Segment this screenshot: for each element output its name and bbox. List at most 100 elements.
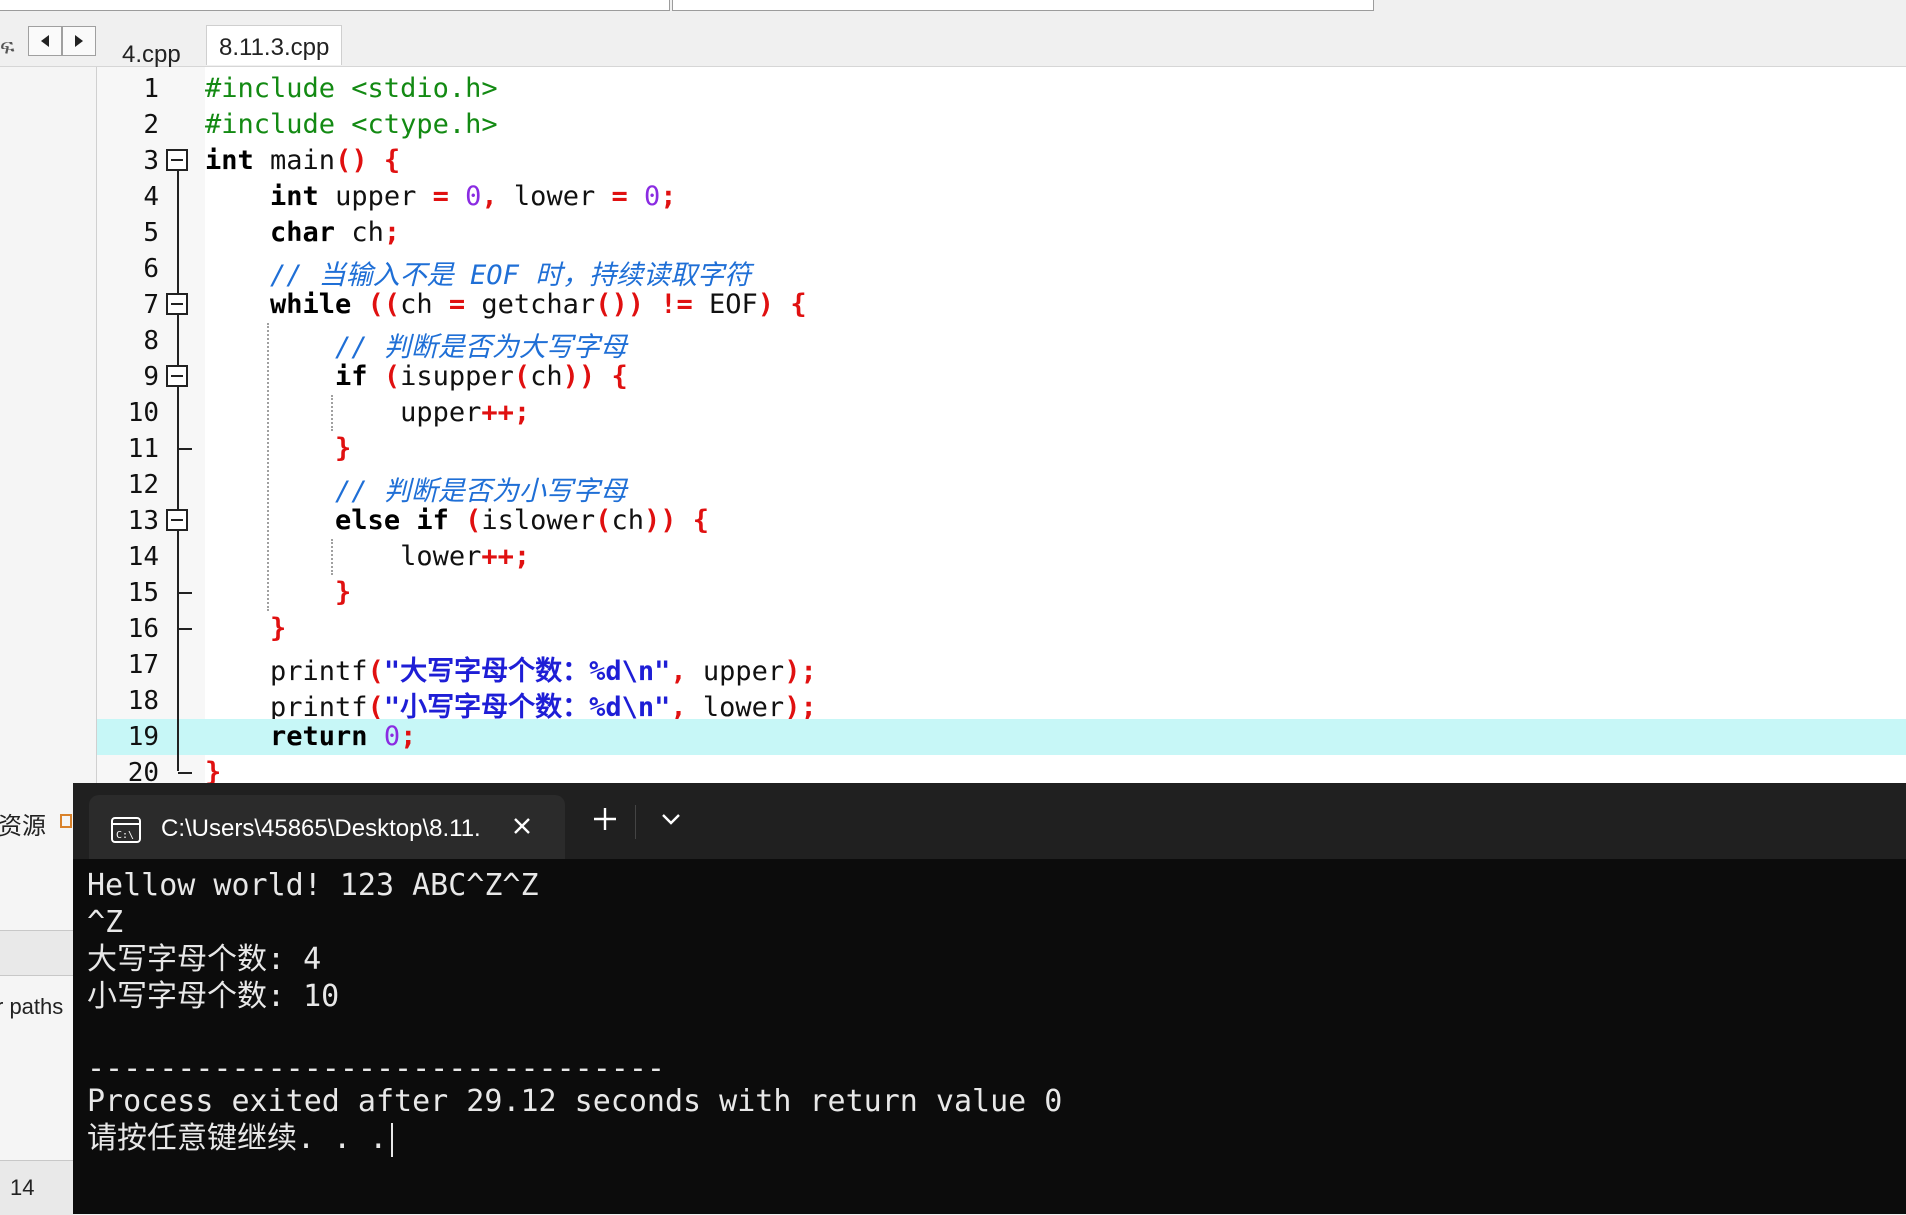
indent-guide [331, 395, 333, 431]
terminal-window[interactable]: C:\ C:\Users\45865\Desktop\8.11.3 Hellow… [73, 783, 1906, 1214]
code-line[interactable]: 3 int main() { [97, 143, 1906, 179]
status-bar: 14 [0, 1160, 73, 1215]
line-number: 8 [143, 326, 159, 356]
terminal-prompt-text: 请按任意键继续. . . [87, 1121, 388, 1156]
close-icon[interactable] [505, 809, 539, 843]
code-line[interactable]: 13 else if (islower(ch)) { [97, 503, 1906, 539]
titlebar-separator [635, 805, 636, 839]
panel-divider [0, 930, 73, 976]
terminal-line: 小写字母个数: 10 [87, 979, 340, 1014]
toolbar-field-left[interactable] [0, 0, 670, 11]
code-line[interactable]: 7 while ((ch = getchar()) != EOF) { [97, 287, 1906, 323]
indent-guide [267, 323, 269, 611]
code-line[interactable]: 18 printf("小写字母个数：%d\n", lower); [97, 683, 1906, 723]
line-number: 19 [127, 722, 159, 752]
code-text: int upper = 0, lower = 0; [270, 181, 677, 212]
code-line[interactable]: 11 } [97, 431, 1906, 467]
line-number: 4 [143, 182, 159, 212]
code-line[interactable]: 6 // 当输入不是 EOF 时，持续读取字符 [97, 251, 1906, 291]
fold-collapse-icon[interactable] [166, 149, 188, 171]
code-line-current[interactable]: 19 return 0; [97, 719, 1906, 755]
terminal-line: 大写字母个数: 4 [87, 942, 322, 977]
code-line[interactable]: 14 lower++; [97, 539, 1906, 575]
line-number: 14 [127, 542, 159, 572]
line-number: 11 [127, 434, 159, 464]
line-number: 6 [143, 254, 159, 284]
toolbar-field-right[interactable] [672, 0, 1374, 11]
code-text: upper++; [205, 397, 531, 428]
code-line[interactable]: 4 int upper = 0, lower = 0; [97, 179, 1906, 215]
terminal-line: -------------------------------- [87, 1051, 665, 1086]
line-number: 16 [127, 614, 159, 644]
line-number: 13 [127, 506, 159, 536]
file-tab-8-11-3-cpp[interactable]: 8.11.3.cpp [206, 25, 343, 65]
code-text: #include <stdio.h> [205, 73, 498, 104]
code-text: } [270, 613, 287, 644]
code-text: } [335, 577, 352, 608]
tab-scroll-left-button[interactable] [28, 26, 62, 56]
code-line[interactable]: 17 printf("大写字母个数：%d\n", upper); [97, 647, 1906, 687]
code-line[interactable]: 12 // 判断是否为小写字母 [97, 467, 1906, 507]
code-text: return 0; [270, 721, 417, 752]
tab-scroll-right-button[interactable] [62, 26, 96, 56]
line-number: 7 [143, 290, 159, 320]
text-cursor [391, 1122, 394, 1157]
line-number: 10 [127, 398, 159, 428]
code-line[interactable]: 2 #include <ctype.h> [97, 107, 1906, 143]
line-number: 17 [127, 650, 159, 680]
chevron-down-icon[interactable] [661, 813, 681, 825]
terminal-titlebar: C:\ C:\Users\45865\Desktop\8.11.3 [73, 783, 1906, 859]
fold-end-marker [178, 448, 192, 450]
code-line[interactable]: 8 // 判断是否为大写字母 [97, 323, 1906, 363]
code-text: while ((ch = getchar()) != EOF) { [270, 289, 807, 320]
code-text: } [335, 433, 352, 464]
code-text: #include <ctype.h> [205, 109, 498, 140]
line-number: 18 [127, 686, 159, 716]
triangle-right-icon [75, 35, 83, 47]
line-number: 2 [143, 110, 159, 140]
line-number: 15 [127, 578, 159, 608]
resource-tab-icon [60, 814, 72, 828]
line-number: 12 [127, 470, 159, 500]
terminal-prompt-line: 请按任意键继续. . . [87, 1120, 1062, 1157]
code-line[interactable]: 10 upper++; [97, 395, 1906, 431]
line-number: 3 [143, 146, 159, 176]
svg-text:C:\: C:\ [116, 830, 134, 841]
toolbar-strip [0, 0, 1906, 20]
terminal-line: Hellow world! 123 ABC^Z^Z [87, 868, 539, 903]
editor-tab-bar: ፍ 4.cpp 8.11.3.cpp [0, 20, 1906, 68]
code-line[interactable]: 16 } [97, 611, 1906, 647]
code-line[interactable]: 1 #include <stdio.h> [97, 71, 1906, 107]
code-text: else if (islower(ch)) { [335, 505, 709, 536]
code-line[interactable]: 5 char ch; [97, 215, 1906, 251]
triangle-left-icon [41, 35, 49, 47]
line-indicator: 14 [10, 1175, 35, 1200]
line-number: 9 [143, 362, 159, 392]
fold-collapse-icon[interactable] [166, 509, 188, 531]
fold-end-marker [178, 628, 192, 630]
console-icon: C:\ [111, 817, 141, 843]
fold-collapse-icon[interactable] [166, 293, 188, 315]
line-number: 5 [143, 218, 159, 248]
line-number: 1 [143, 74, 159, 104]
terminal-line: Process exited after 29.12 seconds with … [87, 1084, 1063, 1119]
file-tab-4cpp[interactable]: 4.cpp [110, 25, 193, 68]
code-text: lower++; [205, 541, 531, 572]
fold-guide-line [177, 165, 179, 771]
indent-guide [331, 539, 333, 575]
terminal-tab-title: C:\Users\45865\Desktop\8.11.3 [161, 815, 481, 842]
code-line[interactable]: 15 } [97, 575, 1906, 611]
terminal-line: ^Z [87, 905, 124, 940]
code-text: char ch; [270, 217, 401, 248]
fold-collapse-icon[interactable] [166, 365, 188, 387]
fold-end-marker [178, 772, 192, 774]
terminal-tab[interactable]: C:\ C:\Users\45865\Desktop\8.11.3 [89, 795, 565, 859]
fold-end-marker [178, 592, 192, 594]
compiler-paths-label: r paths [0, 994, 64, 1019]
terminal-output[interactable]: Hellow world! 123 ABC^Z^Z ^Z 大写字母个数: 4 小… [87, 867, 1062, 1157]
tab-edge-glyph: ፍ [0, 34, 15, 59]
code-line[interactable]: 9 if (isupper(ch)) { [97, 359, 1906, 395]
resource-tab-label[interactable]: 资源 [0, 806, 46, 841]
new-tab-plus-icon[interactable] [593, 807, 617, 831]
